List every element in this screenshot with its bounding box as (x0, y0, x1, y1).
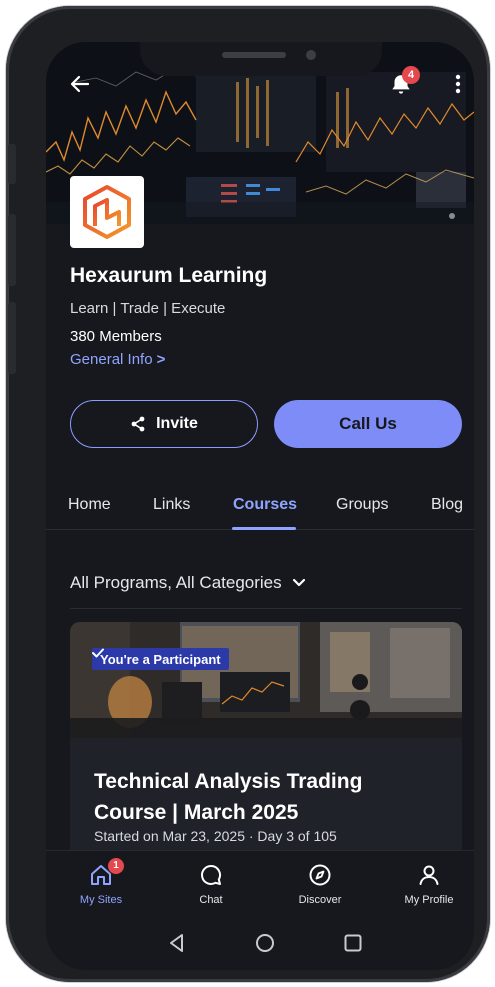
system-back-icon[interactable] (166, 932, 188, 954)
chevron-right-icon: > (156, 351, 166, 368)
invite-label: Invite (156, 415, 198, 432)
speaker-grille (222, 52, 286, 58)
site-tabs: Home Links Courses Groups Blog (46, 482, 474, 530)
course-progress-meta: Started on Mar 23, 2025 · Day 3 of 105 (94, 828, 337, 844)
program-filter-dropdown[interactable]: All Programs, All Categories (70, 573, 306, 593)
participant-badge: You're a Participant (92, 648, 229, 670)
invite-button[interactable]: Invite (70, 400, 258, 448)
general-info-label: General Info (70, 351, 153, 368)
tab-home[interactable]: Home (68, 496, 111, 514)
call-us-label: Call Us (339, 414, 397, 433)
android-system-navigation (46, 916, 474, 970)
system-recents-icon[interactable] (342, 932, 364, 954)
app-screen: 4 Hexaurum Learning Learn | Trade | Exec… (46, 42, 474, 970)
course-cover-image: You're a Participant (70, 622, 462, 738)
nav-chat[interactable]: Chat (166, 851, 256, 917)
tab-groups[interactable]: Groups (336, 496, 388, 514)
site-tagline: Learn | Trade | Execute (70, 300, 226, 317)
bottom-navigation: 1 My Sites Chat Discover My Profile (46, 850, 474, 916)
call-us-button[interactable]: Call Us (274, 400, 462, 448)
phone-frame: 4 Hexaurum Learning Learn | Trade | Exec… (6, 6, 490, 982)
nav-discover[interactable]: Discover (275, 851, 365, 917)
chat-icon (201, 865, 221, 885)
profile-icon (419, 865, 439, 885)
tab-blog[interactable]: Blog (431, 496, 463, 514)
system-home-icon[interactable] (254, 932, 276, 954)
notification-count-badge: 4 (402, 66, 420, 84)
tab-courses[interactable]: Courses (233, 496, 297, 514)
phone-side-button (8, 144, 16, 184)
chevron-down-icon (292, 578, 305, 587)
back-arrow-icon[interactable] (68, 72, 92, 96)
filter-label: All Programs, All Categories (70, 573, 282, 592)
participant-badge-label: You're a Participant (100, 651, 221, 667)
phone-notch (140, 42, 382, 76)
nav-chat-label: Chat (199, 894, 223, 906)
nav-discover-label: Discover (298, 894, 342, 906)
my-sites-badge: 1 (108, 858, 124, 874)
nav-my-sites-label: My Sites (79, 894, 123, 906)
site-title: Hexaurum Learning (70, 264, 268, 287)
course-title: Technical Analysis Trading Course | Marc… (94, 770, 363, 824)
more-options-icon[interactable] (448, 72, 468, 96)
nav-my-profile-label: My Profile (404, 894, 454, 906)
phone-volume-down-button (8, 302, 16, 374)
tab-links[interactable]: Links (153, 496, 190, 514)
hexaurum-logo-icon (83, 185, 131, 239)
share-icon (131, 416, 145, 432)
general-info-link[interactable]: General Info > (70, 351, 165, 368)
site-logo (70, 176, 144, 248)
member-count: 380 Members (70, 328, 162, 345)
checkmark-icon (92, 648, 104, 658)
active-tab-indicator (232, 527, 296, 530)
divider (70, 608, 462, 609)
compass-icon (309, 864, 331, 886)
front-camera (306, 50, 316, 60)
nav-my-profile[interactable]: My Profile (384, 851, 474, 917)
phone-volume-up-button (8, 214, 16, 286)
nav-my-sites[interactable]: 1 My Sites (56, 851, 146, 917)
